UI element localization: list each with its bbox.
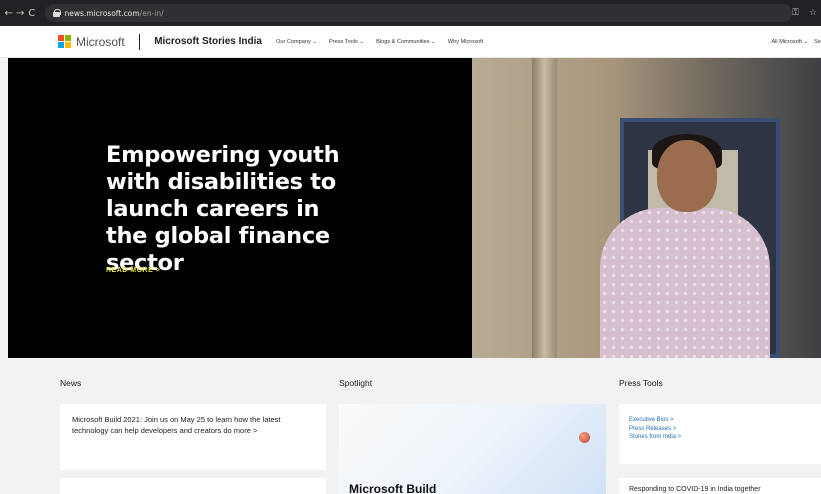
press-card-2[interactable]: Responding to COVID-19 in India together [619, 478, 821, 494]
news-item-text[interactable]: Microsoft Build 2021: Join us on May 25 … [72, 414, 314, 436]
star-icon[interactable]: ☆ [809, 8, 817, 18]
news-heading: News [60, 378, 82, 388]
browser-toolbar: ← → C news.microsoft.com/en-in/ ⚿ ☆ [0, 0, 821, 26]
press-tools-heading: Press Tools [619, 378, 663, 388]
back-button[interactable]: ← [4, 8, 14, 19]
forward-button[interactable]: → [16, 8, 26, 19]
build-orb-icon [579, 432, 590, 443]
url-path: /en-in/ [139, 8, 164, 18]
press-releases-link[interactable]: Press Releases > [629, 425, 811, 434]
photo-person-pattern [600, 208, 770, 358]
site-title[interactable]: Microsoft Stories India [154, 36, 262, 47]
stories-from-india-link[interactable]: Stories from India > [629, 433, 811, 442]
spotlight-heading: Spotlight [339, 378, 373, 388]
hero-photo [472, 58, 821, 358]
url-host: news.microsoft.com [64, 8, 140, 18]
nav-why-microsoft[interactable]: Why Microsoft [448, 39, 483, 45]
microsoft-logo[interactable]: Microsoft [58, 35, 125, 49]
news-card[interactable]: Microsoft Build 2021: Join us on May 25 … [60, 404, 326, 470]
read-more-link[interactable]: READ MORE > [106, 267, 160, 274]
search-link[interactable]: Se [814, 39, 821, 45]
all-microsoft-menu[interactable]: All Microsoft ⌄ [771, 39, 808, 45]
photo-doorframe [532, 58, 557, 358]
hero-text-panel: Empowering youth with disabilities to la… [8, 58, 472, 358]
microsoft-logo-icon [58, 35, 71, 48]
url-text: news.microsoft.com/en-in/ [65, 9, 164, 18]
site-header: Microsoft Microsoft Stories India Our Co… [0, 26, 821, 58]
key-icon[interactable]: ⚿ [792, 8, 799, 18]
press-tools-card: Executive Bios > Press Releases > Storie… [619, 404, 821, 464]
nav-press-tools[interactable]: Press Tools ⌄ [329, 39, 364, 45]
logo-text: Microsoft [76, 34, 125, 49]
nav-blogs-communities[interactable]: Blogs & Communities ⌄ [376, 39, 436, 45]
top-nav: Our Company ⌄ Press Tools ⌄ Blogs & Comm… [276, 39, 483, 45]
reload-button[interactable]: C [27, 8, 37, 19]
photo-person-face [657, 140, 717, 212]
hero-banner: Empowering youth with disabilities to la… [8, 58, 821, 358]
nav-our-company[interactable]: Our Company ⌄ [276, 39, 317, 45]
spotlight-card[interactable]: Microsoft Build [339, 404, 606, 494]
spotlight-card-title[interactable]: Microsoft Build [349, 482, 436, 494]
hero-title[interactable]: Empowering youth with disabilities to la… [106, 142, 366, 277]
news-card-2[interactable] [60, 478, 326, 494]
press-item-text[interactable]: Responding to COVID-19 in India together [629, 486, 811, 493]
executive-bios-link[interactable]: Executive Bios > [629, 416, 811, 425]
address-bar[interactable]: news.microsoft.com/en-in/ [44, 4, 793, 22]
header-divider [138, 33, 141, 50]
lock-icon [52, 9, 61, 17]
